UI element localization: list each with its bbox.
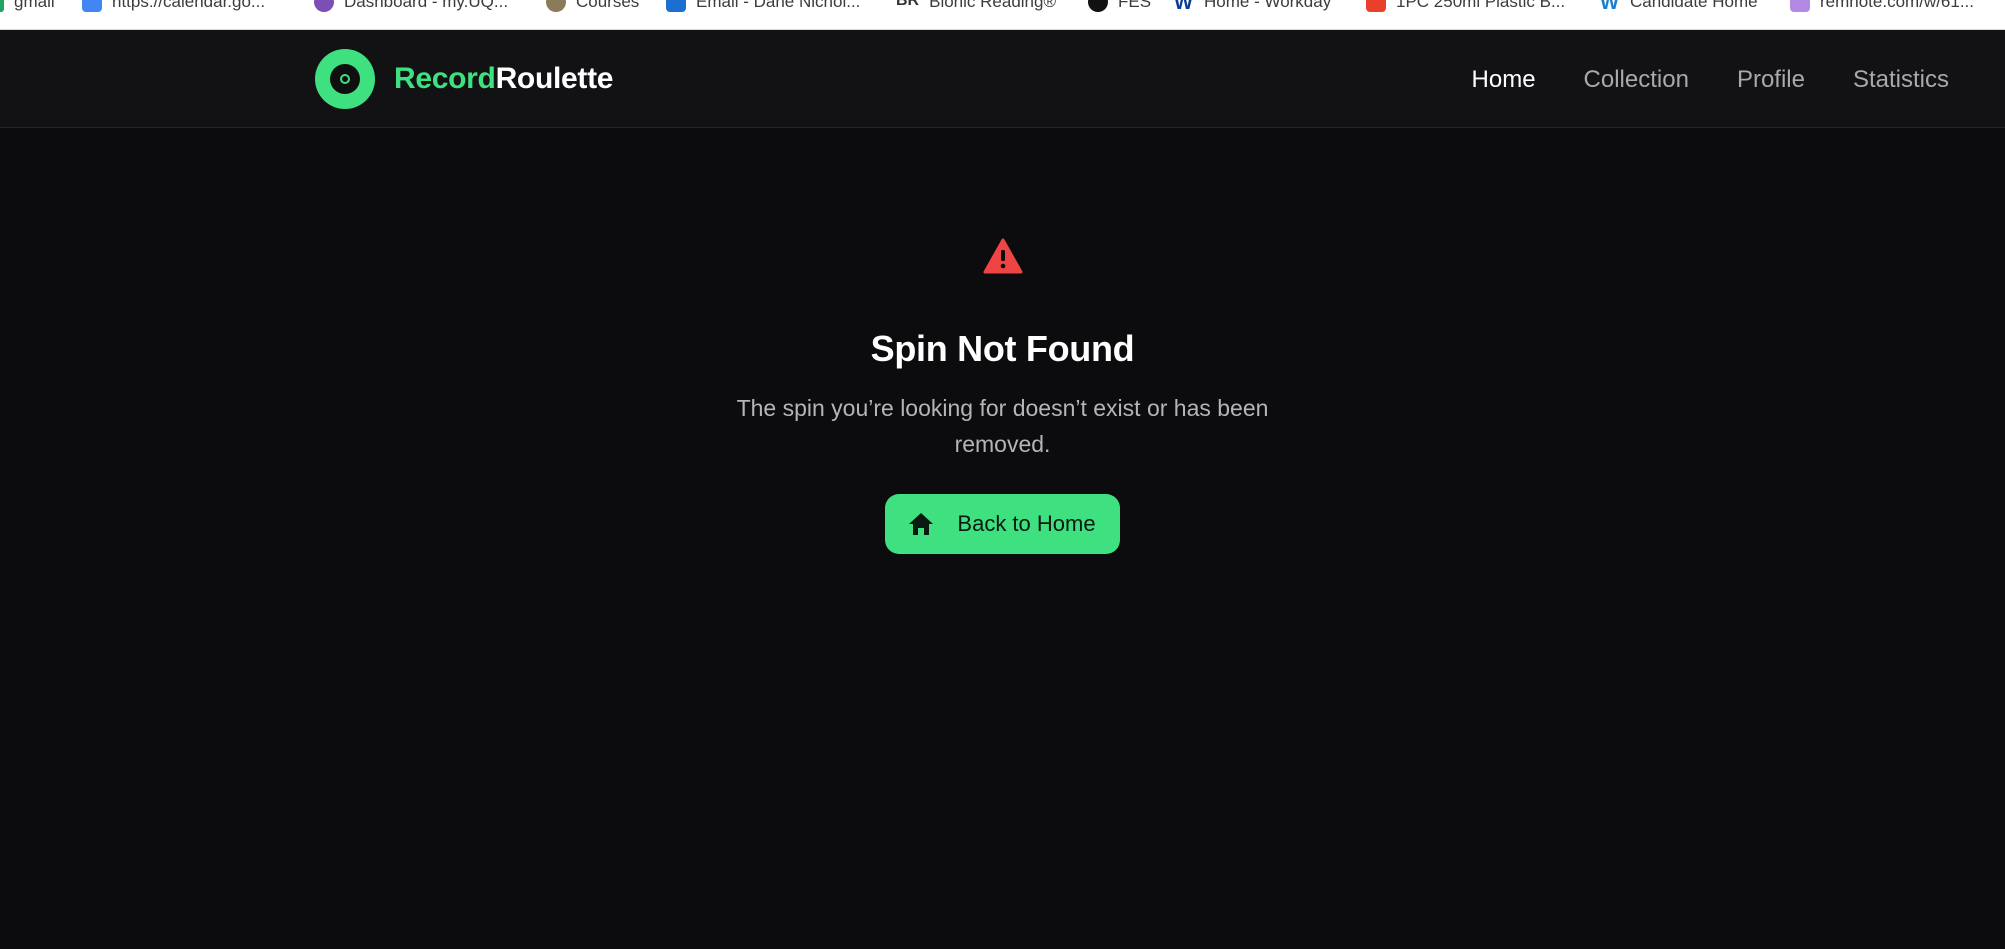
bookmark-candidate-home[interactable]: W Candidate Home <box>1600 0 1758 14</box>
back-to-home-button[interactable]: Back to Home <box>885 494 1120 554</box>
bookmark-email[interactable]: Email - Dane Nichol... <box>666 0 860 13</box>
workday-icon: W <box>1174 0 1194 14</box>
bookmark-calendar[interactable]: https://calendar.go... <box>82 0 265 13</box>
bookmark-fes[interactable]: FES <box>1088 0 1151 13</box>
vinyl-record-icon <box>315 49 375 109</box>
brand-logo-link[interactable]: RecordRoulette <box>315 49 613 109</box>
not-found-panel: Spin Not Found The spin you’re looking f… <box>0 238 2005 554</box>
bookmark-courses[interactable]: Courses <box>546 0 639 13</box>
back-to-home-label: Back to Home <box>957 511 1096 536</box>
brand-name-roulette: Roulette <box>495 62 614 95</box>
shop-icon <box>1366 0 1386 12</box>
main-content: Spin Not Found The spin you’re looking f… <box>0 128 2005 949</box>
bookmark-shop[interactable]: 1PC 250ml Plastic B... <box>1366 0 1565 13</box>
home-icon <box>909 513 934 535</box>
warning-triangle-icon <box>983 238 1022 274</box>
bookmark-workday[interactable]: W Home - Workday <box>1174 0 1331 14</box>
main-nav: Home Collection Profile Statistics <box>1472 60 1949 100</box>
brand-name: RecordRoulette <box>394 62 613 96</box>
nav-home[interactable]: Home <box>1472 66 1536 94</box>
browser-bookmarks-bar: gmail https://calendar.go... Dashboard -… <box>0 0 2005 30</box>
bookmark-dashboard[interactable]: Dashboard - my.UQ... <box>314 0 508 13</box>
error-title: Spin Not Found <box>870 328 1135 369</box>
bionic-reading-icon: BR <box>896 0 920 12</box>
workday-icon: W <box>1600 0 1620 14</box>
nav-profile[interactable]: Profile <box>1737 66 1805 94</box>
nav-statistics[interactable]: Statistics <box>1853 66 1949 94</box>
calendar-icon <box>82 0 102 12</box>
outlook-icon <box>666 0 686 12</box>
crest-icon <box>546 0 566 12</box>
fes-icon <box>1088 0 1108 12</box>
brand-name-record: Record <box>394 62 496 95</box>
remnote-icon <box>1790 0 1810 12</box>
bookmark-bionic-reading[interactable]: BR Bionic Reading® <box>896 0 1056 13</box>
bookmark-gmail[interactable]: gmail <box>0 0 55 13</box>
app-header: RecordRoulette Home Collection Profile S… <box>0 30 2005 128</box>
bookmark-remnote[interactable]: remnote.com/w/61... <box>1790 0 1974 13</box>
gmail-icon <box>0 0 4 12</box>
shield-icon <box>314 0 334 12</box>
nav-collection[interactable]: Collection <box>1584 66 1689 94</box>
error-message: The spin you’re looking for doesn’t exis… <box>736 395 1269 457</box>
